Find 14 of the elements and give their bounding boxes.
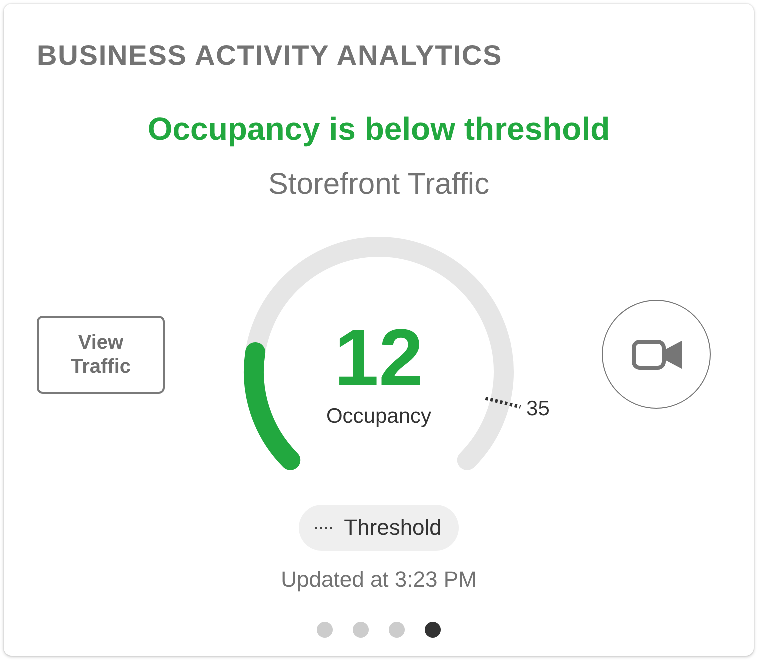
video-camera-icon xyxy=(632,340,682,370)
page-dot[interactable] xyxy=(353,622,369,638)
legend-label: Threshold xyxy=(344,515,442,541)
threshold-value: 35 xyxy=(526,398,550,421)
card-title: BUSINESS ACTIVITY ANALYTICS xyxy=(37,40,503,72)
updated-time: Updated at 3:23 PM xyxy=(281,568,477,592)
page-dot[interactable] xyxy=(425,622,441,638)
occupancy-label: Occupancy xyxy=(326,405,432,428)
view-traffic-button[interactable]: View Traffic xyxy=(37,316,165,394)
gauge-subtitle: Storefront Traffic xyxy=(268,167,490,203)
page-dot[interactable] xyxy=(317,622,333,638)
page-dot[interactable] xyxy=(389,622,405,638)
status-message: Occupancy is below threshold xyxy=(148,110,610,148)
occupancy-value: 12 xyxy=(334,313,424,402)
